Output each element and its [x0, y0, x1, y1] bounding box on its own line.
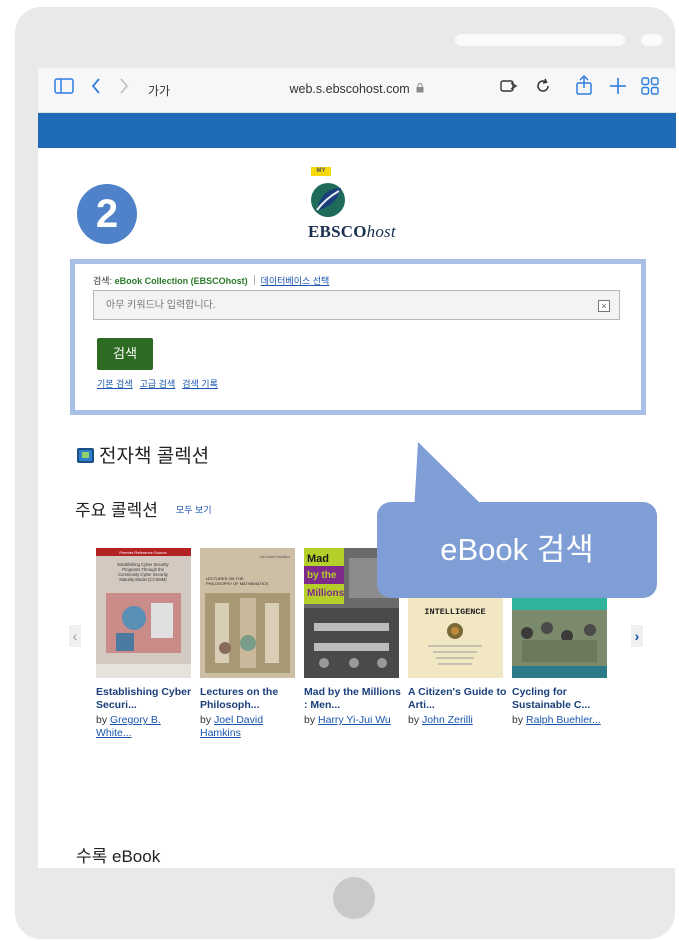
- share-icon[interactable]: [575, 74, 593, 102]
- ebook-collection-heading: 전자책 콜렉션: [77, 441, 209, 468]
- search-scope-prefix: 검색:: [93, 276, 115, 286]
- by-label: by: [408, 714, 423, 726]
- ebook-search-callout: eBook 검색: [377, 502, 657, 598]
- book-author-line: by John Zerilli: [408, 714, 508, 727]
- ebsco-logo-icon[interactable]: [308, 180, 348, 225]
- svg-text:Joel David Hamkins: Joel David Hamkins: [259, 555, 290, 559]
- book-title[interactable]: Cycling for Sustainable C...: [512, 686, 612, 712]
- site-header-bar: [38, 113, 676, 148]
- svg-text:PHILOSOPHY OF MATHEMATICS: PHILOSOPHY OF MATHEMATICS: [206, 581, 269, 586]
- author-link[interactable]: John Zerilli: [422, 714, 473, 726]
- svg-text:Premier Reference Source: Premier Reference Source: [119, 550, 167, 555]
- major-collections-title: 주요 콜렉션: [75, 501, 158, 520]
- book-author-line: by Gregory B. White...: [96, 714, 196, 740]
- step-number-badge: 2: [77, 184, 137, 244]
- lock-icon: [414, 83, 425, 96]
- book-title[interactable]: A Citizen's Guide to Arti...: [408, 686, 508, 712]
- book-cover[interactable]: Premier Reference Source Establishing Cy…: [96, 548, 191, 678]
- ebook-reader-icon: [77, 448, 94, 463]
- book-cover[interactable]: Joel David Hamkins LECTURES ON THE PHILO…: [200, 548, 295, 678]
- reload-icon[interactable]: [535, 77, 551, 101]
- reader-icon[interactable]: [500, 77, 520, 101]
- browser-screen: 가가 web.s.ebscohost.com 2 MY EBSCOhost 검색…: [38, 68, 676, 868]
- logo-brand-suffix: host: [366, 222, 396, 241]
- home-button[interactable]: [333, 877, 375, 919]
- included-ebooks-heading: 수록 eBook: [76, 847, 161, 866]
- tablet-speaker: [455, 34, 625, 46]
- book-title[interactable]: Establishing Cyber Securi...: [96, 686, 196, 712]
- search-history-link[interactable]: 검색 기록: [182, 379, 218, 389]
- book-author-line: by Ralph Buehler...: [512, 714, 612, 727]
- svg-text:Mad: Mad: [307, 553, 329, 565]
- search-button[interactable]: 검색: [97, 338, 153, 370]
- logo-brand: EBSCO: [308, 222, 367, 241]
- author-link[interactable]: Harry Yi-Jui Wu: [318, 714, 391, 726]
- choose-database-link[interactable]: 데이터베이스 선택: [261, 276, 330, 286]
- svg-text:INTELLIGENCE: INTELLIGENCE: [424, 607, 485, 617]
- by-label: by: [512, 714, 527, 726]
- svg-text:Maturity Model (CCSMM): Maturity Model (CCSMM): [119, 577, 167, 582]
- book-author-line: by Harry Yi-Jui Wu: [304, 714, 404, 727]
- view-all-link[interactable]: 모두 보기: [176, 505, 212, 515]
- browser-toolbar: 가가 web.s.ebscohost.com: [38, 68, 676, 113]
- ebscohost-logo[interactable]: EBSCOhost: [308, 222, 396, 242]
- book-author-line: by Joel David Hamkins: [200, 714, 300, 740]
- tablet-camera: [641, 34, 663, 46]
- url-text: web.s.ebscohost.com: [289, 82, 410, 96]
- database-name: eBook Collection (EBSCOhost): [114, 276, 248, 286]
- search-input[interactable]: [93, 290, 620, 320]
- search-scope: 검색: eBook Collection (EBSCOhost) 데이터베이스 선…: [93, 274, 329, 287]
- major-collections-heading: 주요 콜렉션 모두 보기: [75, 496, 212, 521]
- tabs-overview-icon[interactable]: [641, 77, 659, 102]
- book-title[interactable]: Lectures on the Philosoph...: [200, 686, 300, 712]
- basic-search-link[interactable]: 기본 검색: [97, 379, 133, 389]
- my-tag-label: MY: [311, 167, 331, 176]
- ebook-collection-title: 전자책 콜렉션: [99, 446, 210, 467]
- svg-text:Millions: Millions: [307, 588, 345, 599]
- carousel-next-button[interactable]: ›: [631, 625, 643, 647]
- divider: [253, 275, 255, 285]
- by-label: by: [96, 714, 111, 726]
- carousel-prev-button[interactable]: ‹: [69, 625, 81, 647]
- svg-text:by the: by the: [307, 570, 337, 581]
- book-title[interactable]: Mad by the Millions : Men...: [304, 686, 404, 712]
- by-label: by: [304, 714, 319, 726]
- search-mode-links: 기본 검색 고급 검색 검색 기록: [97, 377, 225, 390]
- advanced-search-link[interactable]: 고급 검색: [140, 379, 176, 389]
- author-link[interactable]: Ralph Buehler...: [526, 714, 601, 726]
- new-tab-icon[interactable]: [609, 77, 627, 102]
- by-label: by: [200, 714, 215, 726]
- clear-search-icon[interactable]: ×: [598, 300, 610, 312]
